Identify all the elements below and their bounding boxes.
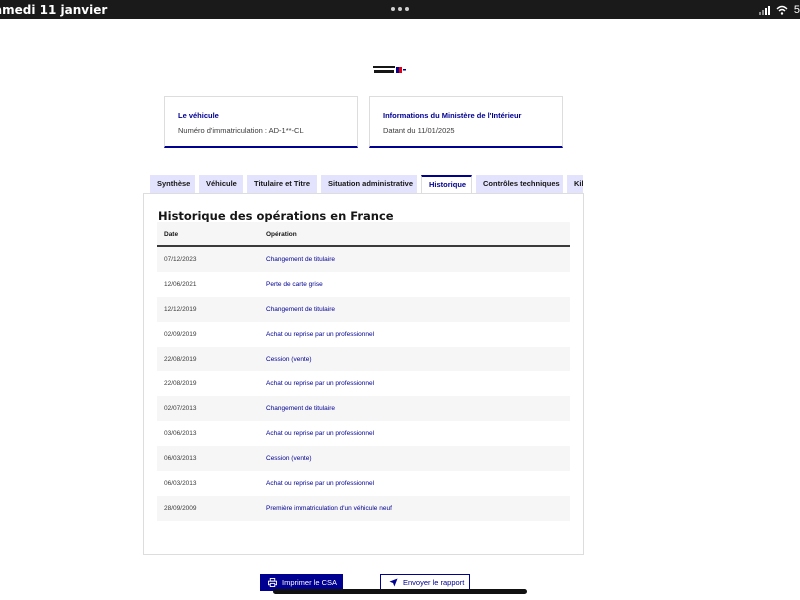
row-date: 12/12/2019 <box>164 305 197 313</box>
table-row: 12/12/2019 Changement de titulaire <box>157 296 570 322</box>
table-row: 22/08/2019 Achat ou reprise par un profes… <box>157 371 570 397</box>
row-date: 03/06/2013 <box>164 430 197 438</box>
row-operation: Cession (vente) <box>266 355 312 363</box>
row-date: 12/06/2021 <box>164 280 197 288</box>
row-date: 06/03/2013 <box>164 480 197 488</box>
printer-icon <box>268 578 277 587</box>
tab-situation-administrative[interactable]: Situation administrative <box>321 175 417 193</box>
tab-bar: Synthèse Véhicule Titulaire et Titre Sit… <box>150 175 583 193</box>
home-indicator[interactable] <box>273 589 527 594</box>
tab-kilometrage[interactable]: Kilo <box>567 175 583 193</box>
row-date: 02/07/2013 <box>164 405 197 413</box>
row-operation: Changement de titulaire <box>266 256 336 263</box>
signal-icon <box>758 5 770 15</box>
tab-synthese[interactable]: Synthèse <box>150 175 195 193</box>
row-operation: Perte de carte grise <box>266 280 323 288</box>
send-icon <box>389 578 398 587</box>
status-bar-date: amedi 11 janvier <box>0 3 108 17</box>
table-row: 22/08/2019 Cession (vente) <box>157 346 570 372</box>
tab-historique[interactable]: Historique <box>421 175 472 193</box>
table-row: 12/06/2021 Perte de carte grise <box>157 271 570 297</box>
vehicle-card: Le véhicule Numéro d'immatriculation : A… <box>164 96 358 148</box>
service-public-logo <box>373 66 406 73</box>
row-date: 02/09/2019 <box>164 330 197 338</box>
ministry-info-date: Datant du 11/01/2025 <box>383 126 455 135</box>
row-operation: Achat ou reprise par un professionnel <box>266 430 375 438</box>
column-header-operation: Opération <box>266 231 297 238</box>
multitasking-dots-icon[interactable] <box>391 7 409 11</box>
history-table-header: Date Opération <box>157 222 570 247</box>
ministry-info-card: Informations du Ministère de l'Intérieur… <box>369 96 563 148</box>
wifi-icon <box>776 5 788 15</box>
row-date: 22/08/2019 <box>164 380 197 388</box>
table-row: 07/12/2023 Changement de titulaire <box>157 247 570 272</box>
send-report-label: Envoyer le rapport <box>403 578 465 587</box>
table-row: 06/03/2013 Cession (vente) <box>157 446 570 472</box>
column-header-date: Date <box>164 231 179 238</box>
row-date: 06/03/2013 <box>164 455 197 463</box>
table-row: 02/07/2013 Changement de titulaire <box>157 396 570 422</box>
table-row: 03/06/2013 Achat ou reprise par un profes… <box>157 421 570 447</box>
row-date: 28/09/2009 <box>164 504 197 512</box>
table-row: 28/09/2009 Première immatriculation d'un … <box>157 495 570 521</box>
battery-level: 5 <box>793 4 800 16</box>
tab-controles-techniques[interactable]: Contrôles techniques <box>476 175 563 193</box>
status-bar-indicators: 5 <box>758 4 800 16</box>
tab-titulaire-et-titre[interactable]: Titulaire et Titre <box>247 175 317 193</box>
row-operation: Cession (vente) <box>266 455 312 463</box>
row-operation: Changement de titulaire <box>266 305 336 313</box>
history-table-body: 07/12/2023 Changement de titulaire 12/06/… <box>157 247 570 521</box>
row-date: 07/12/2023 <box>164 256 197 263</box>
row-date: 22/08/2019 <box>164 355 197 363</box>
table-row: 06/03/2013 Achat ou reprise par un profes… <box>157 471 570 496</box>
print-csa-label: Imprimer le CSA <box>282 578 338 587</box>
status-bar: amedi 11 janvier 5 <box>0 0 800 19</box>
vehicle-card-title: Le véhicule <box>178 111 219 120</box>
row-operation: Achat ou reprise par un professionnel <box>266 480 375 488</box>
row-operation: Première immatriculation d'un véhicule n… <box>266 504 392 512</box>
ministry-info-title: Informations du Ministère de l'Intérieur <box>383 111 522 120</box>
tab-vehicule[interactable]: Véhicule <box>199 175 243 193</box>
registration-number: Numéro d'immatriculation : AD-1**-CL <box>178 126 304 135</box>
table-row: 02/09/2019 Achat ou reprise par un profes… <box>157 321 570 347</box>
row-operation: Achat ou reprise par un professionnel <box>266 330 375 338</box>
row-operation: Changement de titulaire <box>266 405 336 413</box>
history-title: Historique des opérations en France <box>158 209 394 223</box>
row-operation: Achat ou reprise par un professionnel <box>266 380 375 388</box>
